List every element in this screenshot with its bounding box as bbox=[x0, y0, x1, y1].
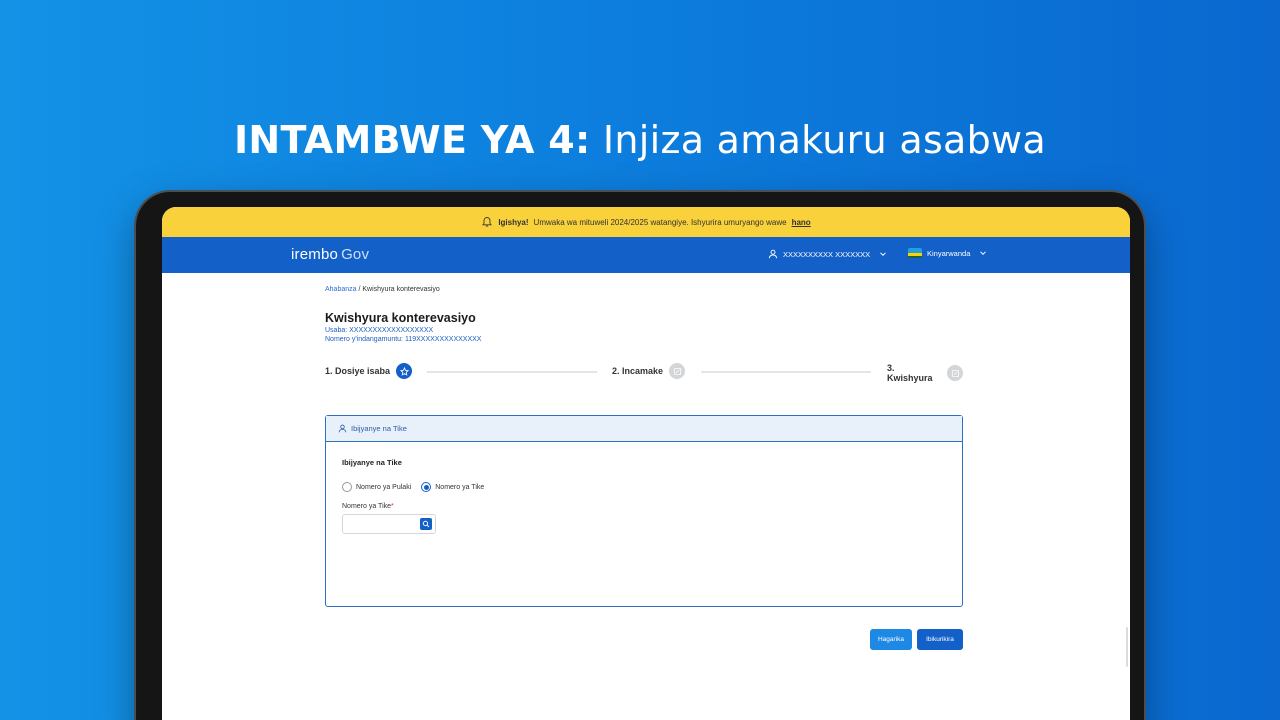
headline-text: Injiza amakuru asabwa bbox=[602, 118, 1047, 162]
form-actions: Hagarika Ibikurikira bbox=[870, 629, 963, 650]
step-2-circle bbox=[669, 363, 686, 379]
bell-icon bbox=[482, 217, 493, 227]
radio-button[interactable] bbox=[342, 482, 352, 492]
radio-plate-number[interactable]: Nomero ya Pulaki bbox=[342, 482, 411, 492]
breadcrumb-current: Kwishyura konterevasiyo bbox=[362, 286, 440, 293]
card-header: Ibijyanye na Tike bbox=[326, 416, 962, 442]
step-2[interactable]: 2. Incamake bbox=[612, 363, 686, 379]
chevron-down-icon bbox=[980, 251, 987, 256]
browser-screen: Igishya! Umwaka wa mituweli 2024/2025 wa… bbox=[162, 207, 1130, 720]
chevron-down-icon bbox=[880, 252, 886, 257]
card-header-title: Ibijyanye na Tike bbox=[351, 424, 407, 433]
id-info: Nomero y'indangamuntu: 119XXXXXXXXXXXXXX bbox=[325, 336, 963, 343]
banner-link[interactable]: hano bbox=[792, 218, 811, 227]
progress-stepper: 1. Dosiye isaba 2. Incamake 3. Kwishyura bbox=[325, 363, 963, 383]
step-1-circle bbox=[396, 363, 413, 379]
search-icon bbox=[422, 520, 430, 528]
step-3-circle bbox=[947, 365, 963, 381]
radio-button-selected[interactable] bbox=[421, 482, 432, 492]
page-title: Kwishyura konterevasiyo bbox=[325, 311, 476, 325]
announcement-banner: Igishya! Umwaka wa mituweli 2024/2025 wa… bbox=[162, 207, 1130, 237]
star-icon bbox=[399, 366, 409, 376]
radio-label: Nomero ya Tike bbox=[435, 483, 485, 491]
applicant-info: Usaba: XXXXXXXXXXXXXXXXXX bbox=[325, 327, 963, 334]
scrollbar[interactable] bbox=[1126, 627, 1128, 667]
page-headline: INTAMBWE YA 4: Injiza amakuru asabwa bbox=[0, 118, 1280, 162]
language-label: Kinyarwanda bbox=[927, 248, 971, 258]
step-connector-1 bbox=[427, 371, 597, 373]
id-value: 119XXXXXXXXXXXXXX bbox=[404, 336, 482, 343]
top-navigation: irembo Gov XXXXXXXXXX XXXXXXX Kinyarwanda bbox=[162, 237, 1130, 273]
user-icon bbox=[768, 249, 778, 259]
main-content: Ahabanza / Kwishyura konterevasiyo Kwish… bbox=[325, 286, 963, 650]
user-menu[interactable]: XXXXXXXXXX XXXXXXX bbox=[768, 249, 887, 259]
banner-text: Umwaka wa mituweli 2024/2025 watangiye. … bbox=[533, 217, 787, 227]
breadcrumb: Ahabanza / Kwishyura konterevasiyo bbox=[325, 286, 963, 293]
step-connector-2 bbox=[701, 371, 871, 373]
radio-ticket-number[interactable]: Nomero ya Tike bbox=[421, 482, 484, 492]
user-icon bbox=[338, 424, 347, 433]
card-body: Ibijyanye na Tike Nomero ya Pulaki Nomer… bbox=[326, 442, 962, 534]
breadcrumb-home[interactable]: Ahabanza bbox=[325, 286, 357, 293]
step-3-label: 3. Kwishyura bbox=[887, 363, 933, 383]
step-1-label: 1. Dosiye isaba bbox=[325, 366, 391, 376]
required-mark: * bbox=[391, 503, 394, 510]
ticket-number-input[interactable] bbox=[342, 514, 436, 534]
field-label-text: Nomero ya Tike bbox=[342, 503, 392, 510]
edit-icon bbox=[673, 367, 681, 375]
step-2-label: 2. Incamake bbox=[612, 366, 664, 376]
logo-suffix: Gov bbox=[341, 246, 370, 263]
step-1[interactable]: 1. Dosiye isaba bbox=[325, 363, 413, 379]
id-label: Nomero y'indangamuntu: bbox=[325, 336, 403, 343]
ticket-info-card: Ibijyanye na Tike Ibijyanye na Tike Nome… bbox=[325, 415, 963, 607]
edit-icon bbox=[951, 369, 959, 377]
applicant-value: XXXXXXXXXXXXXXXXXX bbox=[349, 327, 434, 334]
step-3[interactable]: 3. Kwishyura bbox=[887, 363, 963, 383]
section-title: Ibijyanye na Tike bbox=[342, 458, 402, 467]
search-type-radio-group: Nomero ya Pulaki Nomero ya Tike bbox=[342, 482, 962, 492]
banner-new-label: Igishya! bbox=[498, 217, 529, 227]
ticket-number-label: Nomero ya Tike* bbox=[342, 503, 962, 510]
headline-step: INTAMBWE YA 4: bbox=[233, 118, 591, 162]
applicant-label: Usaba: bbox=[325, 327, 348, 334]
rwanda-flag-icon bbox=[908, 248, 922, 258]
search-button[interactable] bbox=[420, 518, 432, 530]
logo-text: irembo bbox=[291, 246, 339, 263]
language-selector[interactable]: Kinyarwanda bbox=[908, 248, 987, 258]
cancel-button[interactable]: Hagarika bbox=[870, 629, 912, 650]
irembo-logo[interactable]: irembo Gov bbox=[291, 246, 369, 263]
next-button[interactable]: Ibikurikira bbox=[917, 629, 963, 650]
user-name: XXXXXXXXXX XXXXXXX bbox=[783, 249, 871, 259]
radio-label: Nomero ya Pulaki bbox=[356, 483, 412, 491]
